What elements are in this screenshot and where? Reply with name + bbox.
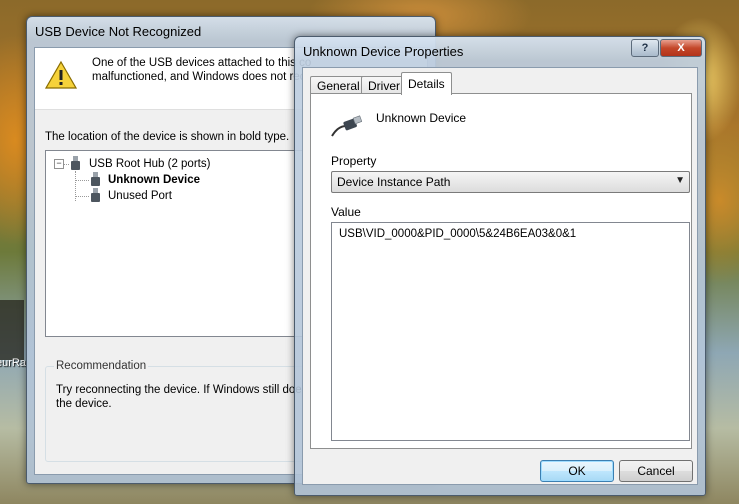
usb-port-icon [91, 188, 100, 202]
warning-icon [45, 60, 77, 89]
tab-details[interactable]: Details [401, 72, 452, 95]
device-name: Unknown Device [376, 111, 467, 125]
property-selected: Device Instance Path [337, 175, 451, 189]
usb-cable-icon [331, 115, 362, 137]
window-title: USB Device Not Recognized [35, 24, 202, 39]
value-item[interactable]: USB\VID_0000&PID_0000\5&24B6EA03&0&1 [339, 228, 576, 240]
dialog-client-area: General Driver Details Unknown Device Pr… [302, 67, 698, 485]
device-properties-dialog: Unknown Device Properties ? X General Dr… [294, 36, 706, 496]
cancel-button[interactable]: Cancel [619, 460, 693, 482]
recommendation-title: Recommendation [54, 360, 149, 372]
usb-device-icon [91, 172, 100, 186]
tree-connector [64, 164, 69, 165]
tree-item-unknown-device[interactable]: Unknown Device [108, 172, 200, 188]
usb-hub-icon [71, 156, 80, 170]
tree-root-hub[interactable]: USB Root Hub (2 ports) [89, 156, 210, 172]
value-label: Value [331, 205, 361, 219]
dialog-title: Unknown Device Properties [303, 44, 464, 59]
property-dropdown[interactable]: Device Instance Path ▼ [331, 171, 690, 193]
details-tab-page: Unknown Device Property Device Instance … [310, 93, 692, 449]
help-button[interactable]: ? [631, 39, 659, 57]
tree-connector [76, 196, 89, 197]
property-label: Property [331, 154, 377, 168]
location-text: The location of the device is shown in b… [45, 131, 290, 143]
tree-item-unused-port[interactable]: Unused Port [108, 188, 172, 204]
tree-connector [76, 180, 89, 181]
close-button[interactable]: X [660, 39, 702, 57]
dropdown-arrow-icon: ▼ [675, 175, 685, 186]
desktop-icon-label: eurRa [0, 357, 26, 369]
ok-button[interactable]: OK [540, 460, 614, 482]
value-list[interactable]: USB\VID_0000&PID_0000\5&24B6EA03&0&1 [331, 222, 690, 441]
desktop-icon[interactable] [0, 300, 24, 360]
collapse-toggle[interactable]: − [54, 159, 64, 169]
